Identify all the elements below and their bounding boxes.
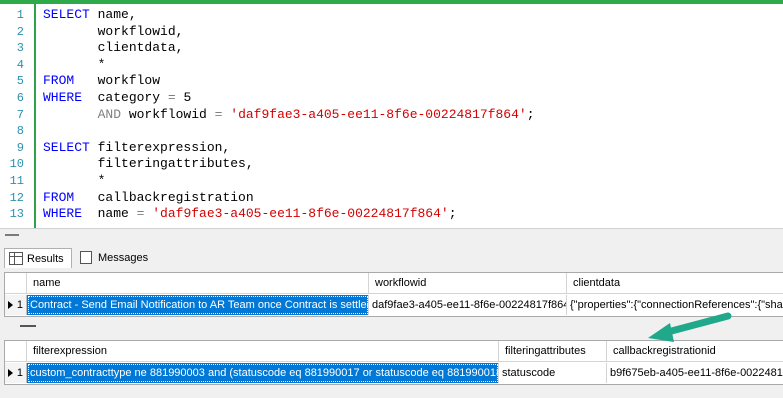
code-text: * (43, 56, 106, 74)
sql-token: 5 (175, 90, 192, 105)
sql-token: ; (526, 106, 535, 122)
code-text: workflowid, (43, 23, 184, 41)
sql-keyword: SELECT (43, 7, 90, 22)
sql-keyword: WHERE (43, 90, 83, 105)
line-number: 8 (16, 124, 24, 139)
sql-keyword: WHERE (43, 206, 83, 222)
line-number: 9 (16, 140, 24, 155)
code-line[interactable]: 13 WHERE name = 'daf9fae3-a405-ee11-8f6e-… (0, 205, 783, 223)
line-number: 11 (9, 174, 24, 188)
sql-token: * (43, 173, 106, 188)
code-line[interactable]: 5 FROM workflow (0, 72, 783, 90)
sql-token: * (43, 56, 106, 72)
row-number: 1 (16, 299, 23, 311)
tab-results-label: Results (27, 253, 64, 265)
code-line[interactable]: 3 clientdata, (0, 39, 783, 57)
sql-string: 'daf9fae3-a405-ee11-8f6e-00224817f864' (152, 206, 449, 222)
sql-string: 'daf9fae3-a405-ee11-8f6e-00224817f864' (230, 106, 527, 122)
tab-results[interactable]: Results (4, 248, 72, 269)
sql-keyword: FROM (43, 73, 75, 89)
row-header[interactable]: 1 (5, 363, 27, 383)
code-line[interactable]: 10 filteringattributes, (0, 155, 783, 173)
sql-token: = (167, 90, 176, 105)
code-line[interactable]: 6 WHERE category = 5 (0, 89, 783, 107)
line-number: 1 (16, 8, 24, 22)
column-header-workflowid[interactable]: workflowid (369, 273, 567, 294)
results-tab-bar: Results Messages (0, 240, 783, 269)
tab-messages[interactable]: Messages (76, 248, 148, 268)
current-row-arrow-icon (8, 369, 13, 377)
sql-token: clientdata, (43, 40, 184, 56)
code-line[interactable]: 2 workflowid, (0, 23, 783, 41)
code-text: FROM workflow (43, 72, 160, 90)
sql-token: callbackregistration (74, 189, 254, 205)
sql-token: workflowid, (43, 23, 184, 39)
code-text: filteringattributes, (43, 155, 254, 173)
tab-messages-label: Messages (98, 252, 149, 264)
line-number: 6 (16, 91, 24, 105)
grid-corner[interactable] (5, 341, 27, 362)
line-number: 7 (16, 107, 24, 122)
sql-keyword: FROM (43, 189, 75, 205)
sql-keyword: SELECT (43, 139, 90, 155)
current-row-arrow-icon (8, 301, 13, 309)
table-cell-workflowid[interactable]: daf9fae3-a405-ee11-8f6e-00224817f864 (369, 295, 567, 315)
query-editor[interactable]: 1 SELECT name, 2 workflowid, 3 clientdata, 4… (0, 4, 783, 228)
row-number: 1 (16, 367, 23, 379)
annotation-arrow-icon (648, 312, 732, 342)
table-cell-filteringattributes[interactable]: statuscode (499, 363, 607, 383)
sql-token: workflowid (121, 106, 215, 122)
sql-token: filterexpression, (89, 139, 231, 155)
sql-token: ; (448, 206, 457, 222)
code-text: SELECT filterexpression, (43, 139, 230, 157)
line-number: 4 (16, 57, 24, 72)
column-header-clientdata[interactable]: clientdata (567, 273, 783, 294)
column-header-filteringattributes[interactable]: filteringattributes (499, 341, 607, 362)
sql-token: AND (97, 106, 122, 122)
sql-token: filteringattributes, (43, 156, 254, 172)
line-number: 10 (9, 157, 24, 172)
code-text: * (43, 172, 106, 190)
code-line[interactable]: 4 * (0, 56, 783, 74)
line-number: 12 (9, 190, 24, 205)
code-line[interactable]: 11 * (0, 172, 783, 190)
column-header-filterexpression[interactable]: filterexpression (27, 341, 499, 362)
code-line[interactable]: 8 (0, 122, 783, 140)
code-line[interactable]: 12 FROM callbackregistration (0, 189, 783, 207)
code-line[interactable]: 7 AND workflowid = 'daf9fae3-a405-ee11-8… (0, 106, 783, 124)
table-cell-name[interactable]: Contract - Send Email Notification to AR… (27, 295, 369, 315)
sql-token: category (82, 90, 168, 105)
code-line[interactable]: 1 SELECT name, (0, 6, 783, 24)
row-header[interactable]: 1 (5, 295, 27, 315)
grid-icon (9, 252, 23, 265)
code-text: AND workflowid = 'daf9fae3-a405-ee11-8f6… (43, 106, 535, 124)
line-number: 5 (16, 74, 24, 89)
code-text: FROM callbackregistration (43, 189, 254, 207)
line-number: 3 (16, 41, 24, 56)
table-cell-filterexpression[interactable]: custom_contracttype ne 881990003 and (st… (27, 363, 499, 383)
table-cell-callbackregistrationid[interactable]: b9f675eb-a405-ee11-8f6e-00224814f (607, 363, 783, 383)
line-number: 13 (9, 207, 24, 222)
messages-icon (80, 251, 92, 264)
code-text: SELECT name, (43, 6, 137, 24)
column-header-name[interactable]: name (27, 273, 369, 294)
grid-splitter-grip[interactable] (20, 325, 36, 327)
sql-token: name (82, 206, 137, 222)
splitter-grip[interactable] (5, 234, 19, 236)
sql-token: workflow (74, 73, 161, 89)
grid-corner[interactable] (5, 273, 27, 294)
sql-token: name, (89, 7, 137, 22)
code-text: WHERE name = 'daf9fae3-a405-ee11-8f6e-00… (43, 205, 457, 223)
code-text: clientdata, (43, 39, 184, 57)
code-line[interactable]: 9 SELECT filterexpression, (0, 139, 783, 157)
line-number: 2 (16, 24, 24, 39)
code-text: WHERE category = 5 (43, 89, 191, 107)
